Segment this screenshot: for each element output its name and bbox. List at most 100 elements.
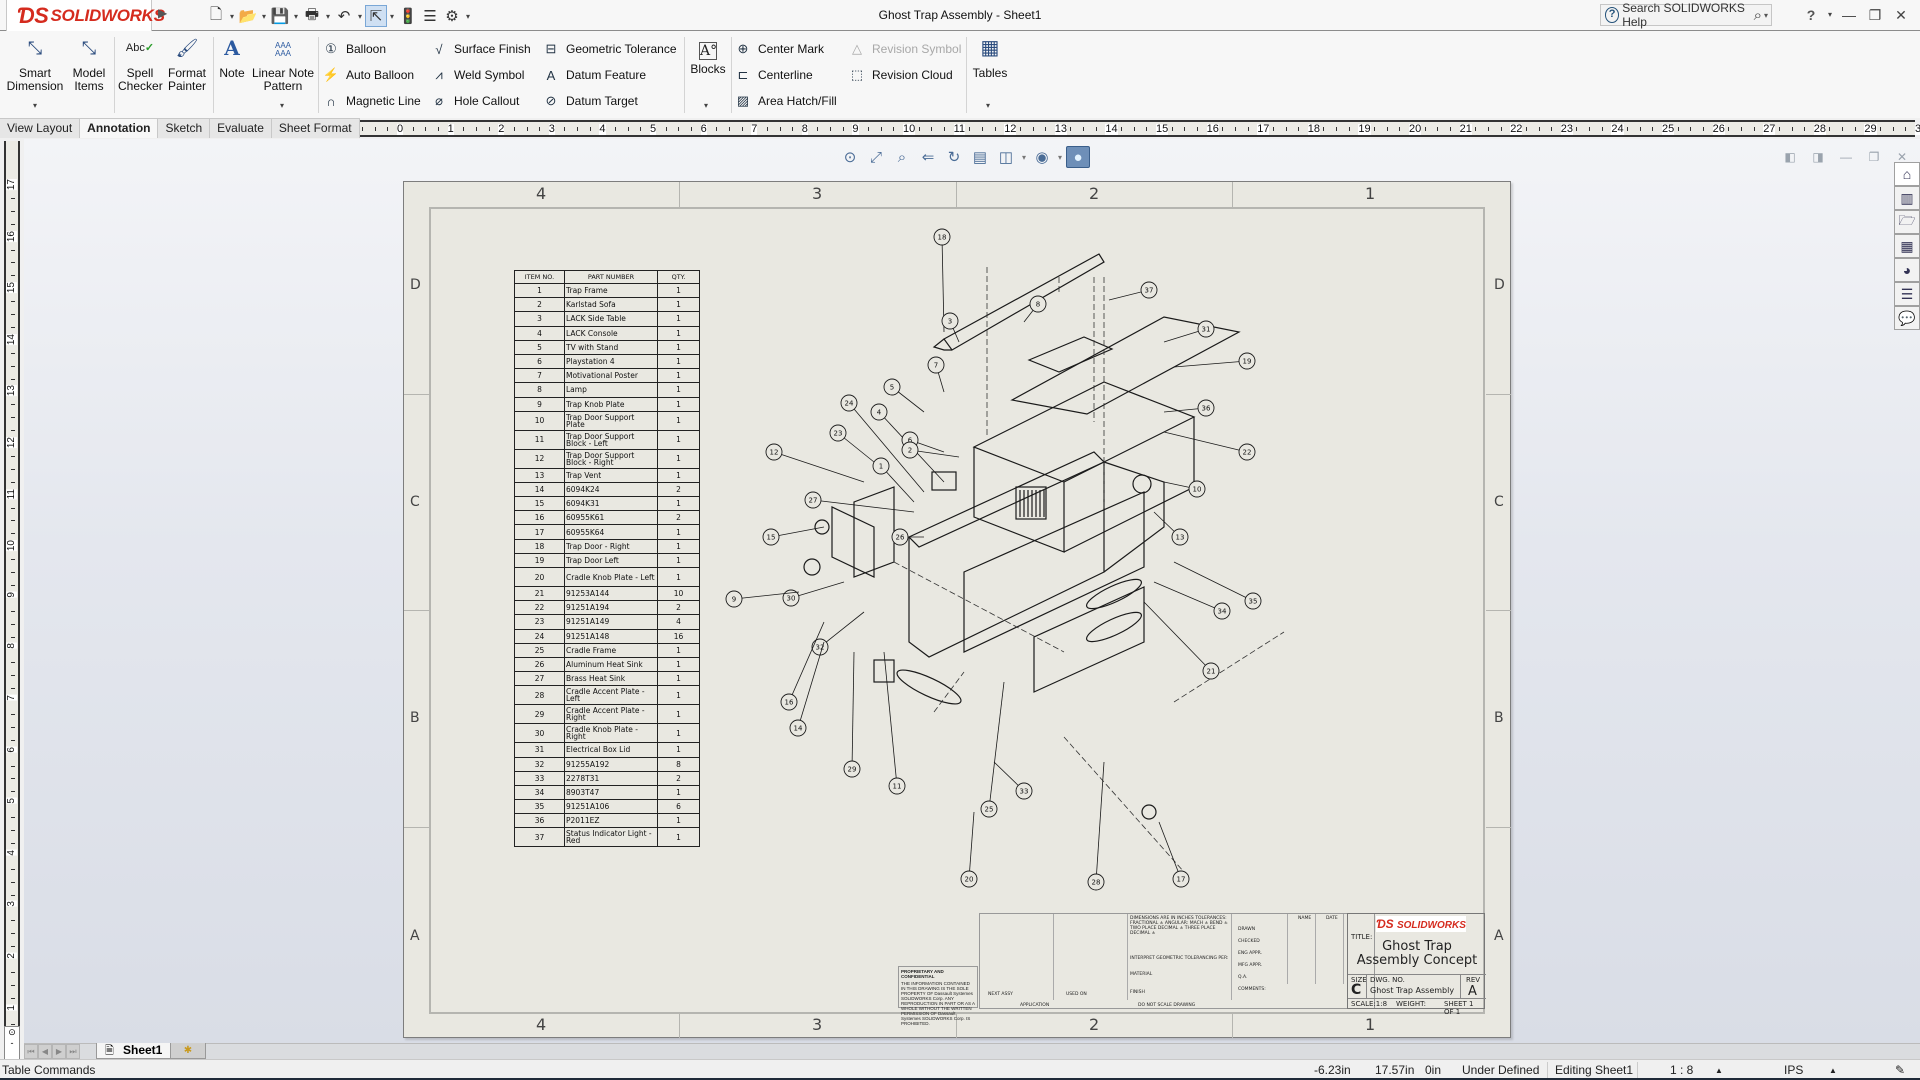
- surface-finish-button[interactable]: √ Surface Finish: [430, 40, 530, 58]
- appearance-sphere-icon[interactable]: ●: [1066, 146, 1090, 168]
- file-explorer-icon[interactable]: 🗁: [1894, 210, 1920, 234]
- rotate-view-icon[interactable]: ↻: [942, 146, 966, 168]
- datum-feature-button[interactable]: A Datum Feature: [542, 66, 646, 84]
- minimize-button[interactable]: —: [1836, 4, 1862, 26]
- centerline-button[interactable]: ⊏ Centerline: [734, 66, 813, 84]
- appearances-icon[interactable]: ◕: [1894, 258, 1920, 282]
- revision-symbol-button[interactable]: △ Revision Symbol: [848, 40, 961, 58]
- prev-sheet-button[interactable]: ◀: [38, 1044, 52, 1059]
- doc-restore-button[interactable]: ❐: [1864, 150, 1884, 166]
- add-sheet-button[interactable]: ✱: [170, 1043, 206, 1059]
- zoom-to-area-icon[interactable]: ⤢: [864, 146, 888, 168]
- center-mark-button[interactable]: ⊕ Center Mark: [734, 40, 824, 58]
- options-gear-icon[interactable]: ⚙: [441, 5, 463, 27]
- ruler-tick: [11, 1023, 15, 1025]
- save-icon[interactable]: 💾: [269, 5, 291, 27]
- area-hatch-fill-button[interactable]: ▨ Area Hatch/Fill: [734, 92, 837, 110]
- help-search-box[interactable]: ? Search SOLIDWORKS Help ⌕ ▾: [1600, 1, 1772, 29]
- zoom-to-fit-icon[interactable]: ⊙: [838, 146, 862, 168]
- help-search-input[interactable]: Search SOLIDWORKS Help: [1622, 1, 1753, 29]
- solidworks-logo[interactable]: ƊS SOLIDWORKS: [6, 0, 165, 32]
- tab-evaluate[interactable]: Evaluate: [210, 119, 272, 138]
- unit-system[interactable]: IPS: [1784, 1063, 1803, 1077]
- view-palette-icon[interactable]: ▦: [1894, 234, 1920, 258]
- sheet-tab-sheet1[interactable]: 🗎 Sheet1: [96, 1043, 172, 1059]
- blocks-dropdown[interactable]: ▾: [704, 101, 708, 110]
- ruler-tick: [1196, 127, 1198, 131]
- balloon-leader: [988, 681, 1005, 810]
- previous-view-icon[interactable]: ⇐: [916, 146, 940, 168]
- revision-cloud-button[interactable]: ⬚ Revision Cloud: [848, 66, 953, 84]
- sheet-scale[interactable]: 1 : 8: [1670, 1063, 1693, 1077]
- rebuild-traffic-light-icon[interactable]: 🚦: [397, 5, 419, 27]
- tab-annotation[interactable]: Annotation: [80, 119, 159, 138]
- search-dropdown-arrow[interactable]: ▾: [1764, 11, 1771, 20]
- format-painter-button[interactable]: 🖌 Format Painter: [165, 39, 209, 93]
- editing-context: Editing Sheet1: [1555, 1063, 1634, 1077]
- forum-icon[interactable]: 💬: [1894, 306, 1920, 330]
- datum-target-button[interactable]: ⊘ Datum Target: [542, 92, 638, 110]
- design-library-icon[interactable]: ▥: [1894, 186, 1920, 210]
- doc-minimize-button[interactable]: —: [1836, 150, 1856, 166]
- model-items-button[interactable]: ⤡ Model Items: [68, 39, 110, 93]
- next-sheet-button[interactable]: ▶: [52, 1044, 66, 1059]
- hole-callout-button[interactable]: ⌀ Hole Callout: [430, 92, 519, 110]
- tab-view-layout[interactable]: View Layout: [0, 119, 81, 138]
- dropdown-arrow[interactable]: ▾: [463, 12, 473, 21]
- dropdown-arrow[interactable]: ▾: [355, 12, 365, 21]
- select-cursor-icon[interactable]: ⇱: [365, 5, 387, 27]
- hide-show-items-icon[interactable]: ◉: [1030, 146, 1054, 168]
- ruler-tick: [1690, 127, 1692, 131]
- open-folder-icon[interactable]: 📂: [237, 5, 259, 27]
- smart-dimension-button[interactable]: ⤡ Smart Dimension: [6, 39, 64, 93]
- drawing-sheet[interactable]: 44332211DDCCBBAA ITEM NO. PART NUMBER QT…: [403, 181, 1511, 1038]
- prev-window-icon[interactable]: ◧: [1780, 150, 1800, 166]
- view-orientation-icon[interactable]: ◫: [994, 146, 1018, 168]
- help-dropdown-arrow[interactable]: ▾: [1824, 4, 1836, 26]
- spell-checker-button[interactable]: Abc✓ Spell Checker: [118, 42, 163, 93]
- zoom-in-out-icon[interactable]: ⌕: [890, 146, 914, 168]
- smart-dimension-dropdown[interactable]: ▾: [33, 101, 37, 110]
- ruler-tick: [11, 842, 15, 844]
- section-view-icon[interactable]: ▤: [968, 146, 992, 168]
- dropdown-arrow[interactable]: ▾: [387, 12, 397, 21]
- customize-status-icon[interactable]: ✎: [1895, 1063, 1905, 1077]
- dropdown-arrow[interactable]: ▾: [227, 12, 237, 21]
- dropdown-arrow[interactable]: ▾: [259, 12, 269, 21]
- new-document-icon[interactable]: 🗋: [205, 5, 227, 27]
- exploded-assembly-view[interactable]: 1883731193753622244231216210271315 263530…: [404, 182, 1512, 1039]
- next-window-icon[interactable]: ◨: [1808, 150, 1828, 166]
- print-icon[interactable]: 🖶: [301, 5, 323, 27]
- restore-button[interactable]: ❐: [1862, 4, 1888, 26]
- magnetic-line-button[interactable]: ∩ Magnetic Line: [322, 92, 420, 110]
- units-menu-arrow[interactable]: ▲: [1829, 1066, 1837, 1075]
- file-properties-icon[interactable]: ☰: [419, 5, 441, 27]
- dropdown-arrow[interactable]: ▾: [1056, 146, 1064, 168]
- auto-balloon-button[interactable]: ⚡ Auto Balloon: [322, 66, 414, 84]
- dropdown-arrow[interactable]: ▾: [1020, 146, 1028, 168]
- first-sheet-button[interactable]: ⏮: [24, 1044, 38, 1059]
- search-magnifier-icon[interactable]: ⌕: [1754, 7, 1764, 24]
- close-button[interactable]: ✕: [1888, 4, 1914, 26]
- linear-note-pattern-dropdown[interactable]: ▾: [280, 101, 284, 110]
- vertical-scroll-thumb[interactable]: ⊙ -: [4, 1026, 20, 1060]
- note-button[interactable]: A Note: [216, 38, 248, 80]
- tab-sketch[interactable]: Sketch: [158, 119, 211, 138]
- tables-dropdown[interactable]: ▾: [986, 101, 990, 110]
- custom-properties-icon[interactable]: ☰: [1894, 282, 1920, 306]
- geometric-tolerance-button[interactable]: ⊟ Geometric Tolerance: [542, 40, 677, 58]
- balloon-button[interactable]: ① Balloon: [322, 40, 386, 58]
- weld-symbol-button[interactable]: ⩘ Weld Symbol: [430, 66, 524, 84]
- menu-flyout-arrow[interactable]: ▶: [158, 6, 170, 24]
- dropdown-arrow[interactable]: ▾: [291, 12, 301, 21]
- blocks-button[interactable]: A° Blocks: [688, 42, 728, 76]
- tables-button[interactable]: ▦ Tables: [970, 38, 1010, 80]
- help-button[interactable]: ?: [1798, 4, 1824, 26]
- last-sheet-button[interactable]: ⏭: [66, 1044, 80, 1059]
- dropdown-arrow[interactable]: ▾: [323, 12, 333, 21]
- scale-menu-arrow[interactable]: ▲: [1715, 1066, 1723, 1075]
- home-icon[interactable]: ⌂: [1894, 162, 1920, 186]
- tab-sheet-format[interactable]: Sheet Format: [271, 119, 360, 138]
- undo-icon[interactable]: ↶: [333, 5, 355, 27]
- linear-note-pattern-button[interactable]: AAA AAA Linear Note Pattern: [250, 42, 316, 93]
